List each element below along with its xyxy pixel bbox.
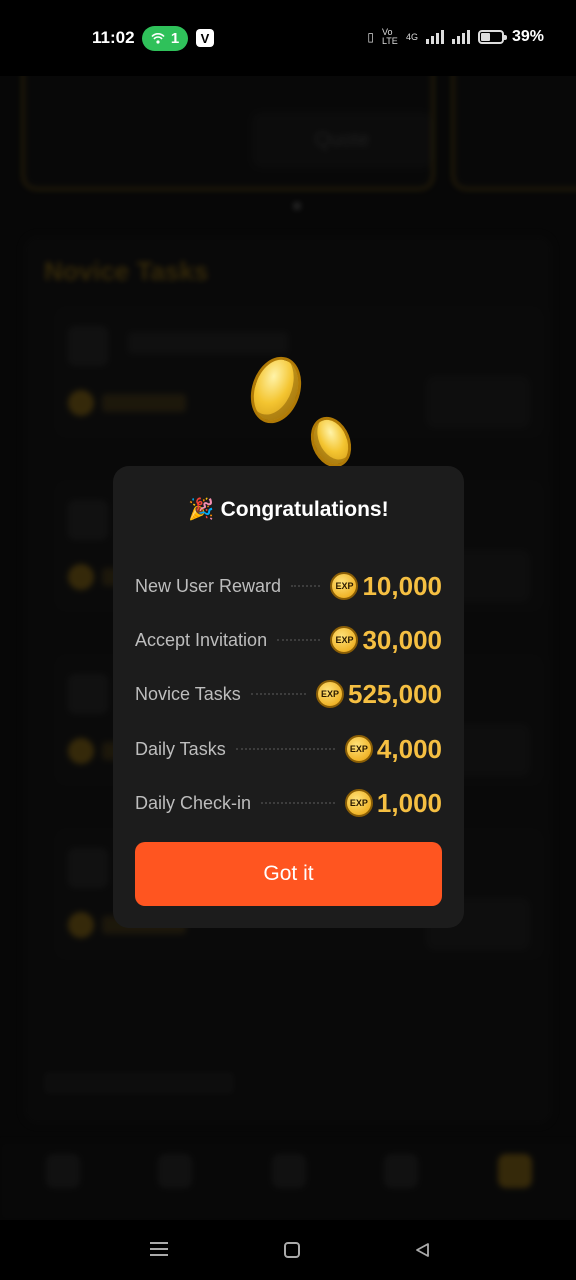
- modal-title: Congratulations!: [220, 498, 389, 521]
- party-popper-icon: 🎉: [188, 498, 215, 521]
- reward-value: 10,000: [362, 570, 442, 601]
- reward-value: 525,000: [348, 678, 442, 709]
- network-type-label: 4G: [405, 32, 418, 42]
- back-icon[interactable]: [414, 1242, 430, 1258]
- carrier-badge-icon: V: [196, 29, 214, 47]
- reward-row: Accept Invitation EXP 30,000: [135, 620, 442, 660]
- dotted-leader: [261, 802, 335, 804]
- reward-label: Novice Tasks: [135, 683, 241, 704]
- dotted-leader: [250, 693, 307, 695]
- dotted-leader: [291, 585, 321, 587]
- volte-icon: Vo LTE: [381, 27, 398, 46]
- exp-coin-icon: EXP: [330, 626, 359, 654]
- battery-icon: [477, 30, 507, 44]
- reward-value: 1,000: [376, 787, 442, 818]
- status-bar: 11:02 1 V ▯ Vo LTE 4G 39%: [0, 0, 576, 76]
- modal-title-row: 🎉 Congratulations!: [113, 498, 464, 522]
- battery-percent: 39%: [511, 28, 544, 45]
- reward-label: Daily Check-in: [135, 792, 252, 813]
- exp-coin-icon: EXP: [316, 680, 345, 708]
- exp-coin-icon: EXP: [330, 572, 359, 600]
- status-time: 11:02: [92, 28, 135, 47]
- hotspot-indicator: 1: [142, 26, 188, 51]
- home-icon[interactable]: [284, 1242, 300, 1258]
- dotted-leader: [277, 639, 321, 641]
- reward-row: Daily Check-in EXP 1,000: [135, 783, 442, 823]
- got-it-button[interactable]: Got it: [135, 842, 442, 906]
- reward-value: 30,000: [362, 624, 442, 655]
- reward-label: Accept Invitation: [135, 629, 268, 650]
- reward-row: New User Reward EXP 10,000: [135, 566, 442, 606]
- hotspot-count: 1: [170, 30, 180, 47]
- system-nav-bar: [0, 1220, 576, 1280]
- menu-icon[interactable]: [150, 1242, 168, 1256]
- dotted-leader: [235, 748, 335, 750]
- exp-coin-icon: EXP: [344, 735, 373, 763]
- reward-row: Daily Tasks EXP 4,000: [135, 729, 442, 769]
- signal-icon: [425, 30, 444, 44]
- vibrate-icon: ▯: [367, 30, 374, 44]
- reward-value: 4,000: [376, 733, 442, 764]
- hotspot-icon: [151, 32, 165, 44]
- congratulations-modal: 🎉 Congratulations! New User Reward EXP 10…: [113, 466, 464, 928]
- exp-coin-icon: EXP: [344, 789, 373, 817]
- reward-label: Daily Tasks: [135, 738, 226, 759]
- reward-row: Novice Tasks EXP 525,000: [135, 674, 442, 714]
- status-right: ▯ Vo LTE 4G 39%: [367, 28, 544, 46]
- reward-label: New User Reward: [135, 575, 282, 596]
- signal-icon-2: [451, 30, 470, 44]
